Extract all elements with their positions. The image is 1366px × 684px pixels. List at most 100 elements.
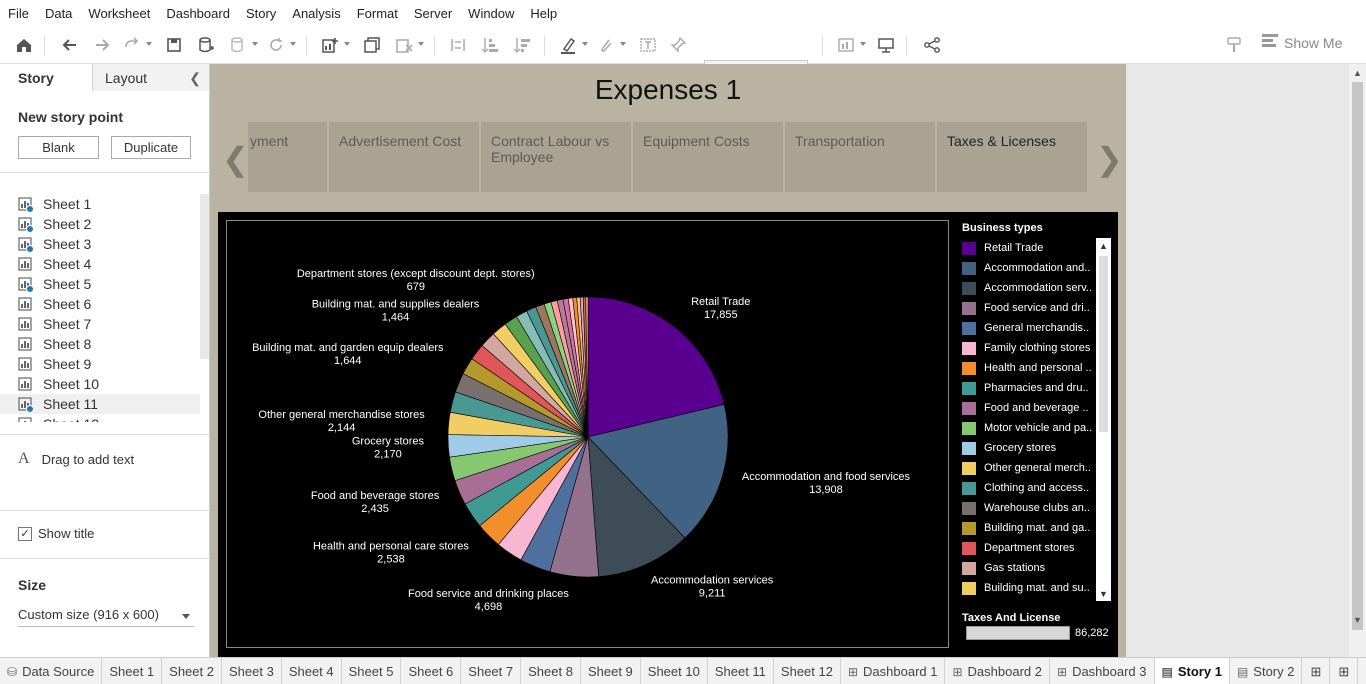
- legend-item[interactable]: General merchandis..: [962, 318, 1102, 338]
- legend-item[interactable]: Building mat. and su..: [962, 578, 1102, 595]
- refresh-icon[interactable]: [264, 34, 296, 56]
- menu-data[interactable]: Data: [45, 6, 72, 21]
- sort-descending-icon[interactable]: [510, 34, 534, 56]
- sheet-list-item[interactable]: Sheet 11: [0, 394, 200, 414]
- menu-worksheet[interactable]: Worksheet: [88, 6, 150, 21]
- home-icon[interactable]: [12, 34, 36, 56]
- scroll-thumb[interactable]: [1099, 256, 1108, 432]
- menu-help[interactable]: Help: [530, 6, 557, 21]
- scroll-down-icon[interactable]: ▼: [1353, 615, 1362, 625]
- menu-analysis[interactable]: Analysis: [292, 6, 340, 21]
- legend-item[interactable]: Accommodation serv..: [962, 278, 1102, 298]
- story-point-3[interactable]: Contract Labour vs Employee: [481, 122, 631, 192]
- next-point-arrow-icon[interactable]: ❯: [1096, 140, 1123, 178]
- sheet-list-item[interactable]: Sheet 12: [0, 414, 200, 422]
- legend-item[interactable]: Accommodation and..: [962, 258, 1102, 278]
- sheet-list-item[interactable]: Sheet 3: [0, 234, 200, 254]
- tab-story[interactable]: Story: [0, 64, 92, 91]
- sheet-tab[interactable]: Sheet 2: [162, 658, 222, 684]
- show-me-button[interactable]: Show Me: [1262, 34, 1342, 51]
- legend-item[interactable]: Food service and dri..: [962, 298, 1102, 318]
- blank-button[interactable]: Blank: [18, 136, 99, 159]
- share-icon[interactable]: [920, 34, 944, 56]
- swap-rows-columns-icon[interactable]: [446, 34, 470, 56]
- sheet-tab[interactable]: Sheet 5: [342, 658, 402, 684]
- new-datasource-icon[interactable]: [194, 34, 218, 56]
- workspace-scrollbar[interactable]: ▲ ▼: [1349, 64, 1366, 657]
- checkbox-checked-icon[interactable]: ✓: [18, 526, 32, 541]
- story-point-6[interactable]: Taxes & Licenses: [937, 122, 1087, 192]
- legend-item[interactable]: Grocery stores: [962, 438, 1102, 458]
- scroll-thumb[interactable]: [1352, 82, 1363, 630]
- legend-item[interactable]: Other general merch..: [962, 458, 1102, 478]
- sheet-list-item[interactable]: Sheet 8: [0, 334, 200, 354]
- menu-format[interactable]: Format: [357, 6, 398, 21]
- redo-icon[interactable]: [90, 34, 114, 56]
- new-worksheet-icon[interactable]: [318, 34, 350, 56]
- group-members-icon[interactable]: [594, 34, 626, 56]
- legend-item[interactable]: Building mat. and ga..: [962, 518, 1102, 538]
- sheet-list-item[interactable]: Sheet 4: [0, 254, 200, 274]
- show-mark-labels-icon[interactable]: [636, 34, 660, 56]
- sheet-tab[interactable]: Sheet 7: [461, 658, 522, 684]
- show-title-checkbox[interactable]: ✓ Show title: [18, 526, 94, 541]
- sheet-tab[interactable]: Sheet 6: [401, 658, 462, 684]
- sheet-list-item[interactable]: Sheet 6: [0, 294, 200, 314]
- sort-ascending-icon[interactable]: [478, 34, 502, 56]
- legend-item[interactable]: Department stores: [962, 538, 1102, 558]
- new-story-tab-icon[interactable]: ⊞: [1358, 658, 1366, 684]
- legend-item[interactable]: Gas stations: [962, 558, 1102, 578]
- sheet-tab[interactable]: ⊞ Dashboard 1: [841, 658, 946, 684]
- sheet-tab[interactable]: ⛁ Data Source: [0, 658, 103, 684]
- menu-server[interactable]: Server: [414, 6, 452, 21]
- presentation-mode-icon[interactable]: [874, 34, 898, 56]
- new-dashboard-tab-icon[interactable]: ⊞: [1330, 658, 1359, 684]
- undo-icon[interactable]: [58, 34, 82, 56]
- sheet-tab[interactable]: Sheet 10: [641, 658, 708, 684]
- drag-text-object[interactable]: A Drag to add text: [18, 450, 134, 468]
- legend-item[interactable]: Food and beverage ..: [962, 398, 1102, 418]
- duplicate-sheet-icon[interactable]: [360, 34, 384, 56]
- save-icon[interactable]: [162, 34, 186, 56]
- collapse-pane-icon[interactable]: ❮: [189, 70, 201, 87]
- sheet-list-item[interactable]: Sheet 9: [0, 354, 200, 374]
- pause-updates-icon[interactable]: [226, 34, 258, 56]
- story-point-4[interactable]: Equipment Costs: [633, 122, 783, 192]
- legend-item[interactable]: Retail Trade: [962, 238, 1102, 258]
- scroll-up-icon[interactable]: ▲: [1099, 241, 1108, 251]
- menu-dashboard[interactable]: Dashboard: [166, 6, 230, 21]
- legend-scrollbar[interactable]: ▲ ▼: [1096, 238, 1111, 601]
- format-painter-icon[interactable]: [1222, 34, 1246, 56]
- legend-item[interactable]: Motor vehicle and pa..: [962, 418, 1102, 438]
- replay-icon[interactable]: [120, 34, 152, 56]
- sheet-tab[interactable]: ▤ Story 2: [1230, 658, 1303, 684]
- legend-item[interactable]: Warehouse clubs an..: [962, 498, 1102, 518]
- sheet-tab[interactable]: Sheet 11: [708, 658, 774, 684]
- sheet-tab[interactable]: Sheet 3: [222, 658, 282, 684]
- sheet-tab[interactable]: ⊞ Dashboard 2: [945, 658, 1050, 684]
- sheet-list-scrollbar[interactable]: [200, 194, 209, 359]
- highlight-icon[interactable]: [556, 34, 588, 56]
- scroll-up-icon[interactable]: ▲: [1353, 68, 1362, 78]
- sheet-tab[interactable]: Sheet 1: [102, 658, 163, 684]
- sheet-list-item[interactable]: Sheet 5: [0, 274, 200, 294]
- sheet-tab[interactable]: ⊞ Dashboard 3: [1050, 658, 1155, 684]
- scroll-down-icon[interactable]: ▼: [1099, 589, 1108, 599]
- sheet-tab[interactable]: ▤ Story 1: [1154, 658, 1230, 684]
- legend-item[interactable]: Pharmacies and dru..: [962, 378, 1102, 398]
- fix-axes-icon[interactable]: [666, 34, 690, 56]
- duplicate-button[interactable]: Duplicate: [111, 136, 191, 159]
- new-worksheet-tab-icon[interactable]: ⊞: [1302, 658, 1331, 684]
- sheet-list-item[interactable]: Sheet 1: [0, 194, 200, 214]
- previous-point-arrow-icon[interactable]: ❮: [222, 140, 249, 178]
- size-dropdown[interactable]: Custom size (916 x 600): [18, 607, 194, 627]
- clear-sheet-icon[interactable]: [392, 34, 424, 56]
- pie-chart[interactable]: Retail Trade 17,855 Accommodation and food…: [226, 220, 949, 648]
- legend-item[interactable]: Family clothing stores: [962, 338, 1102, 358]
- sheet-tab[interactable]: Sheet 4: [282, 658, 342, 684]
- fit-icon[interactable]: [834, 34, 866, 56]
- tab-layout[interactable]: Layout ❮: [92, 64, 209, 91]
- legend-item[interactable]: Health and personal ..: [962, 358, 1102, 378]
- menu-story[interactable]: Story: [246, 6, 276, 21]
- legend-item[interactable]: Clothing and access..: [962, 478, 1102, 498]
